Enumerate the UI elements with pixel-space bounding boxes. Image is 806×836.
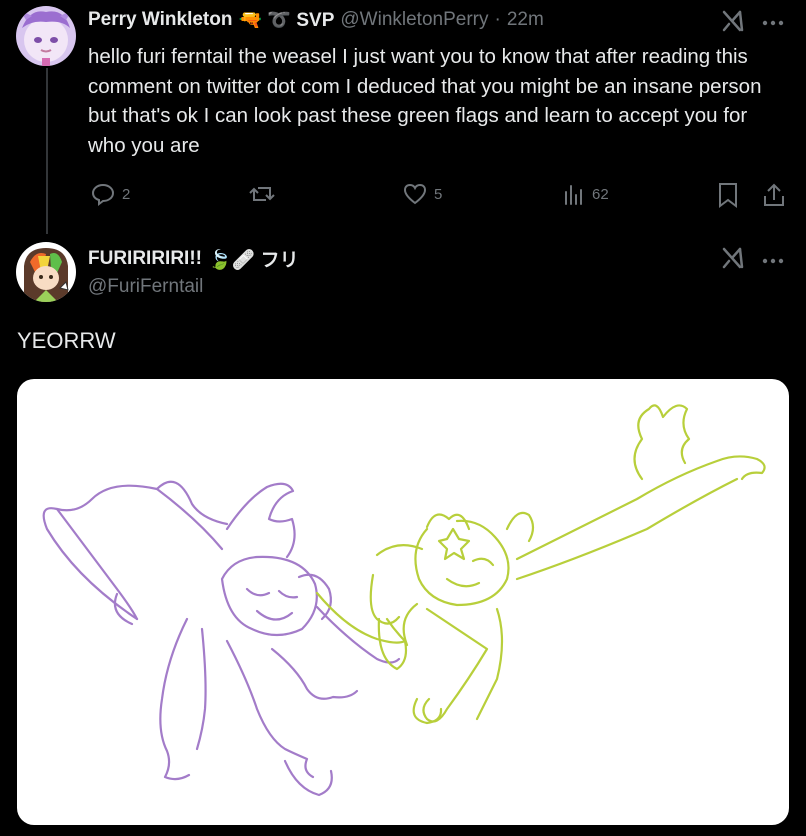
reply-header: Perry Winkleton 🔫 ➰ SVP @WinkletonPerry …: [88, 8, 544, 32]
views-button[interactable]: 62: [562, 182, 609, 206]
thread-line: [46, 68, 48, 234]
reply-timestamp[interactable]: 22m: [507, 9, 544, 31]
purple-sketch: [42, 480, 401, 797]
avatar-furi[interactable]: [16, 242, 76, 302]
views-icon: [565, 185, 582, 205]
post-author-handle[interactable]: @FuriFerntail: [88, 276, 203, 298]
views-count: 62: [592, 185, 609, 203]
bookmark-icon: [719, 183, 737, 208]
reply-count: 2: [122, 185, 131, 203]
post-image[interactable]: [17, 379, 789, 825]
grok-icon[interactable]: [720, 8, 746, 39]
separator-dot: ·: [494, 9, 501, 30]
reply-button[interactable]: 2: [90, 182, 130, 206]
post-author-name[interactable]: FURIRIRIRI!!: [88, 248, 202, 270]
share-icon: [764, 183, 784, 206]
more-icon[interactable]: [762, 252, 784, 270]
more-icon[interactable]: [762, 14, 784, 32]
bookmark-button[interactable]: [716, 182, 740, 208]
green-sketch: [315, 404, 766, 725]
post-header: FURIRIRIRI!! 🍃🩹 フリ: [88, 245, 299, 272]
like-count: 5: [434, 185, 443, 203]
like-button[interactable]: 5: [402, 182, 442, 206]
like-icon: [403, 183, 427, 205]
reply-author-name[interactable]: Perry Winkleton: [88, 9, 232, 31]
reply-text: hello furi ferntail the weasel I just wa…: [88, 45, 762, 157]
repost-button[interactable]: [248, 182, 282, 206]
repost-icon: [249, 187, 275, 201]
grok-icon[interactable]: [720, 245, 746, 276]
reply-icon: [91, 183, 115, 206]
post-text: YEORRW: [17, 328, 116, 353]
avatar-perry[interactable]: [16, 6, 76, 66]
reply-author-badges: 🔫 ➰ SVP: [238, 10, 335, 31]
reply-author-handle[interactable]: @WinkletonPerry: [340, 9, 488, 31]
share-button[interactable]: [762, 182, 786, 208]
post-author-badges: 🍃🩹 フリ: [207, 250, 299, 271]
